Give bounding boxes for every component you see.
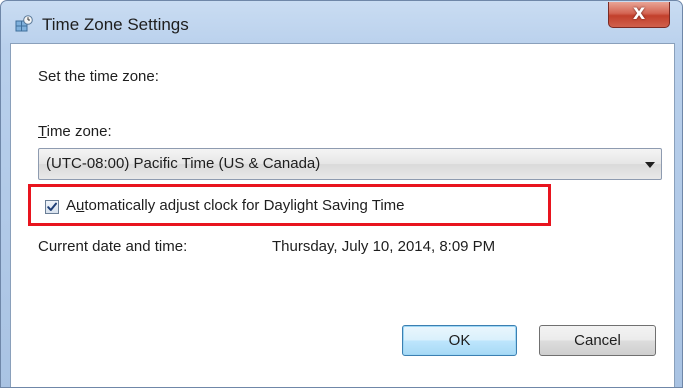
dst-label-pre: A <box>66 197 77 214</box>
time-zone-label: Time zone: <box>38 123 112 140</box>
title-bar[interactable]: Time Zone Settings X <box>1 1 682 43</box>
time-zone-value: (UTC-08:00) Pacific Time (US & Canada) <box>46 155 321 172</box>
dst-label-rest: tomatically adjust clock for Daylight Sa… <box>84 197 405 214</box>
time-zone-label-rest: ime zone: <box>46 123 112 140</box>
set-time-zone-heading: Set the time zone: <box>38 68 159 85</box>
close-button[interactable]: X <box>608 2 670 28</box>
checkmark-icon <box>47 202 57 211</box>
clock-globe-icon <box>15 15 33 33</box>
ok-button[interactable]: OK <box>402 325 517 356</box>
dialog-body: Set the time zone: Time zone: (UTC-08:00… <box>10 43 675 387</box>
window-title: Time Zone Settings <box>42 15 189 34</box>
dst-checkbox[interactable] <box>45 200 59 214</box>
current-date-time-label: Current date and time: <box>38 238 188 255</box>
chevron-down-icon[interactable] <box>645 162 655 168</box>
time-zone-label-accel: T <box>38 123 47 140</box>
time-zone-dropdown[interactable]: (UTC-08:00) Pacific Time (US & Canada) <box>38 148 662 180</box>
current-date-time-value: Thursday, July 10, 2014, 8:09 PM <box>272 238 496 255</box>
time-zone-settings-window: Time Zone Settings X Set the time zone: … <box>0 0 683 388</box>
cancel-button[interactable]: Cancel <box>539 325 656 356</box>
dst-checkbox-label[interactable]: Automatically adjust clock for Daylight … <box>66 197 405 214</box>
